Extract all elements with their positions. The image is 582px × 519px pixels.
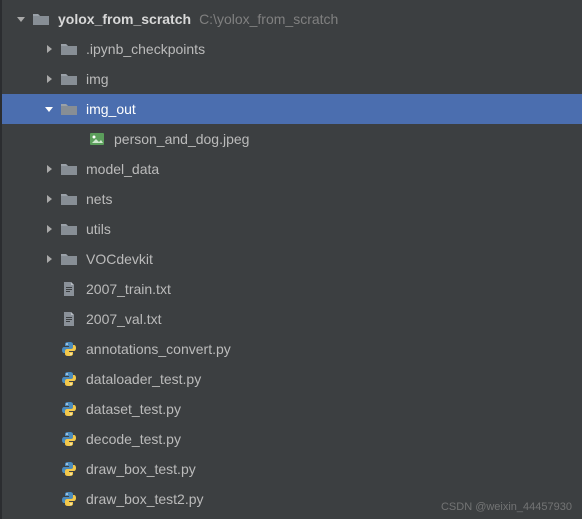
tree-item-path: C:\yolox_from_scratch bbox=[199, 11, 338, 27]
tree-folder-row[interactable]: img bbox=[2, 64, 582, 94]
tree-item-label: decode_test.py bbox=[86, 431, 181, 447]
tree-item-label: draw_box_test.py bbox=[86, 461, 196, 477]
tree-file-row[interactable]: person_and_dog.jpeg bbox=[2, 124, 582, 154]
folder-icon bbox=[60, 220, 78, 238]
tree-item-label: img bbox=[86, 71, 109, 87]
chevron-right-icon[interactable] bbox=[44, 254, 54, 264]
tree-item-label: person_and_dog.jpeg bbox=[114, 131, 249, 147]
tree-item-label: img_out bbox=[86, 101, 136, 117]
text-file-icon bbox=[60, 310, 78, 328]
tree-item-label: 2007_train.txt bbox=[86, 281, 171, 297]
folder-icon bbox=[60, 190, 78, 208]
tree-file-row[interactable]: dataloader_test.py bbox=[2, 364, 582, 394]
chevron-right-icon[interactable] bbox=[44, 164, 54, 174]
python-file-icon bbox=[60, 460, 78, 478]
tree-item-label: draw_box_test2.py bbox=[86, 491, 204, 507]
tree-file-row[interactable]: draw_box_test.py bbox=[2, 454, 582, 484]
tree-folder-row[interactable]: VOCdevkit bbox=[2, 244, 582, 274]
watermark: CSDN @weixin_44457930 bbox=[441, 501, 572, 513]
chevron-right-icon[interactable] bbox=[44, 44, 54, 54]
tree-item-label: .ipynb_checkpoints bbox=[86, 41, 205, 57]
tree-item-label: dataloader_test.py bbox=[86, 371, 201, 387]
tree-folder-row[interactable]: img_out bbox=[2, 94, 582, 124]
tree-item-label: 2007_val.txt bbox=[86, 311, 162, 327]
tree-folder-row[interactable]: utils bbox=[2, 214, 582, 244]
tree-item-label: model_data bbox=[86, 161, 159, 177]
tree-item-label: VOCdevkit bbox=[86, 251, 153, 267]
folder-icon bbox=[60, 160, 78, 178]
python-file-icon bbox=[60, 340, 78, 358]
tree-item-label: utils bbox=[86, 221, 111, 237]
text-file-icon bbox=[60, 280, 78, 298]
tree-folder-row[interactable]: nets bbox=[2, 184, 582, 214]
tree-folder-row[interactable]: model_data bbox=[2, 154, 582, 184]
python-file-icon bbox=[60, 370, 78, 388]
chevron-down-icon[interactable] bbox=[44, 104, 54, 114]
tree-file-row[interactable]: dataset_test.py bbox=[2, 394, 582, 424]
tree-file-row[interactable]: decode_test.py bbox=[2, 424, 582, 454]
tree-file-row[interactable]: annotations_convert.py bbox=[2, 334, 582, 364]
python-file-icon bbox=[60, 400, 78, 418]
tree-file-row[interactable]: 2007_val.txt bbox=[2, 304, 582, 334]
chevron-right-icon[interactable] bbox=[44, 194, 54, 204]
tree-item-label: yolox_from_scratch bbox=[58, 11, 191, 27]
chevron-right-icon[interactable] bbox=[44, 224, 54, 234]
folder-icon bbox=[60, 40, 78, 58]
python-file-icon bbox=[60, 490, 78, 508]
project-tree[interactable]: yolox_from_scratch C:\yolox_from_scratch.… bbox=[2, 0, 582, 514]
folder-icon bbox=[60, 250, 78, 268]
python-file-icon bbox=[60, 430, 78, 448]
image-file-icon bbox=[88, 130, 106, 148]
folder-icon bbox=[60, 70, 78, 88]
tree-item-label: annotations_convert.py bbox=[86, 341, 231, 357]
folder-icon bbox=[32, 10, 50, 28]
tree-folder-row[interactable]: .ipynb_checkpoints bbox=[2, 34, 582, 64]
tree-folder-row[interactable]: yolox_from_scratch C:\yolox_from_scratch bbox=[2, 4, 582, 34]
chevron-down-icon[interactable] bbox=[16, 14, 26, 24]
tree-file-row[interactable]: 2007_train.txt bbox=[2, 274, 582, 304]
tree-item-label: nets bbox=[86, 191, 112, 207]
tree-item-label: dataset_test.py bbox=[86, 401, 181, 417]
chevron-right-icon[interactable] bbox=[44, 74, 54, 84]
folder-icon bbox=[60, 100, 78, 118]
